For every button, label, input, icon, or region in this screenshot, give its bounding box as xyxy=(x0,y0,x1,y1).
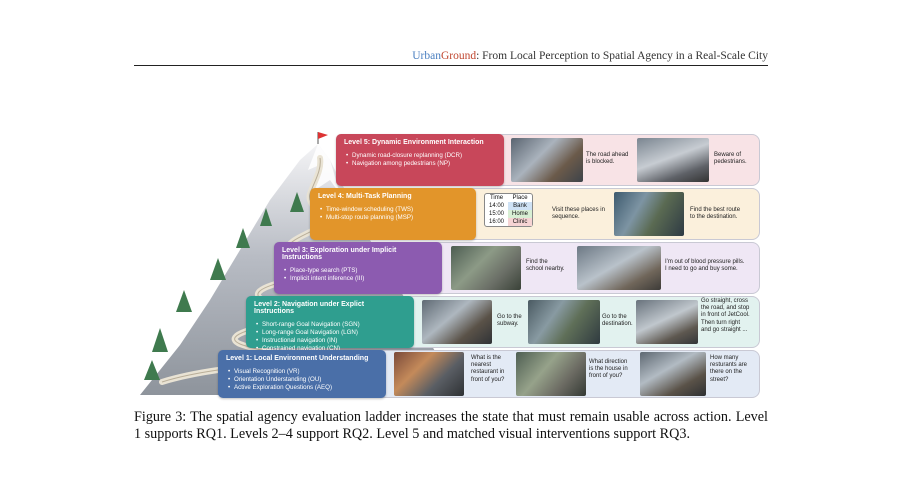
header-rule xyxy=(134,65,768,66)
level-2-item: Instructional navigation (IN) xyxy=(256,337,406,345)
example-text: Go straight, cross the road, and stop in… xyxy=(701,298,750,333)
example-text: Visit these places in sequence. xyxy=(552,207,605,221)
street-photo xyxy=(422,300,492,344)
schedule-place: Bank xyxy=(508,202,533,210)
aerial-map-photo xyxy=(528,300,600,344)
example-text: The road ahead is blocked. xyxy=(586,152,629,166)
example-text: What is the nearest restaurant in front … xyxy=(471,355,505,383)
schedule-time: 16:00 xyxy=(489,219,505,225)
example-text: Go to the subway. xyxy=(497,314,522,328)
level-4-item: Multi-stop route planning (MSP) xyxy=(320,214,468,222)
street-photo xyxy=(394,352,464,396)
level-2-item: Long-range Goal Navigation (LGN) xyxy=(256,329,406,337)
example-text: Go to the destination. xyxy=(602,314,633,328)
level-4-card: Level 4: Multi-Task Planning Time-window… xyxy=(310,188,476,240)
header-title: : From Local Perception to Spatial Agenc… xyxy=(476,50,768,62)
schedule-place: Clinic xyxy=(508,218,533,226)
aerial-map-photo xyxy=(614,192,684,236)
level-4-title: Level 4: Multi-Task Planning xyxy=(318,193,412,200)
level-5-title: Level 5: Dynamic Environment Interaction xyxy=(344,139,484,146)
example-text: Find the school nearby. xyxy=(526,259,565,273)
street-photo xyxy=(511,138,583,182)
street-photo xyxy=(640,352,706,396)
running-header: UrbanGround: From Local Perception to Sp… xyxy=(134,50,768,62)
level-1-item: Active Exploration Questions (AEQ) xyxy=(228,384,378,392)
example-text: What direction is the house in front of … xyxy=(589,359,628,380)
schedule-place: Home xyxy=(508,210,533,218)
level-1-item: Orientation Understanding (OU) xyxy=(228,376,378,384)
level-5-card: Level 5: Dynamic Environment Interaction… xyxy=(336,134,504,186)
level-2-card: Level 2: Navigation under Explict Instru… xyxy=(246,296,414,353)
street-photo xyxy=(577,246,661,290)
level-2-item: Short-range Goal Navigation (SGN) xyxy=(256,321,406,329)
level-2-title: Level 2: Navigation under Explict Instru… xyxy=(254,301,365,315)
example-text: Find the best route to the destination. xyxy=(690,207,741,221)
level-3-card: Level 3: Exploration under Implicit Inst… xyxy=(274,242,442,294)
street-photo xyxy=(637,138,709,182)
level-5-item: Dynamic road-closure replanning (DCR) xyxy=(346,152,496,160)
figure-evaluation-ladder: Level 5: Dynamic Environment Interaction… xyxy=(140,130,764,400)
schedule-header-time: Time xyxy=(489,195,504,201)
level-3-title: Level 3: Exploration under Implicit Inst… xyxy=(282,247,397,261)
street-photo xyxy=(636,300,698,344)
level-5-item: Navigation among pedestrians (NP) xyxy=(346,160,496,168)
example-text: I'm out of blood pressure pills. I need … xyxy=(665,259,745,273)
level-3-item: Place-type search (PTS) xyxy=(284,267,434,275)
example-text: Beware of pedestrians. xyxy=(714,152,747,166)
level-3-item: Implicit intent inference (III) xyxy=(284,275,434,283)
schedule-header-place: Place xyxy=(512,195,528,201)
schedule-time: 15:00 xyxy=(489,211,505,217)
level-1-title: Level 1: Local Environment Understanding xyxy=(226,355,369,362)
schedule-time: 14:00 xyxy=(489,203,505,209)
level-4-item: Time-window scheduling (TWS) xyxy=(320,206,468,214)
figure-caption: Figure 3: The spatial agency evaluation … xyxy=(134,409,768,442)
level-1-card: Level 1: Local Environment Understanding… xyxy=(218,350,386,398)
example-text: How many resturants are there on the str… xyxy=(710,355,748,383)
aerial-map-photo xyxy=(451,246,521,290)
brand-ground: Ground xyxy=(440,50,477,62)
level-1-item: Visual Recognition (VR) xyxy=(228,368,378,376)
schedule-table: Time Place 14:00 Bank 15:00 Home 16:00 C… xyxy=(484,193,534,227)
brand-urban: Urban xyxy=(412,50,441,62)
aerial-map-photo xyxy=(516,352,586,396)
